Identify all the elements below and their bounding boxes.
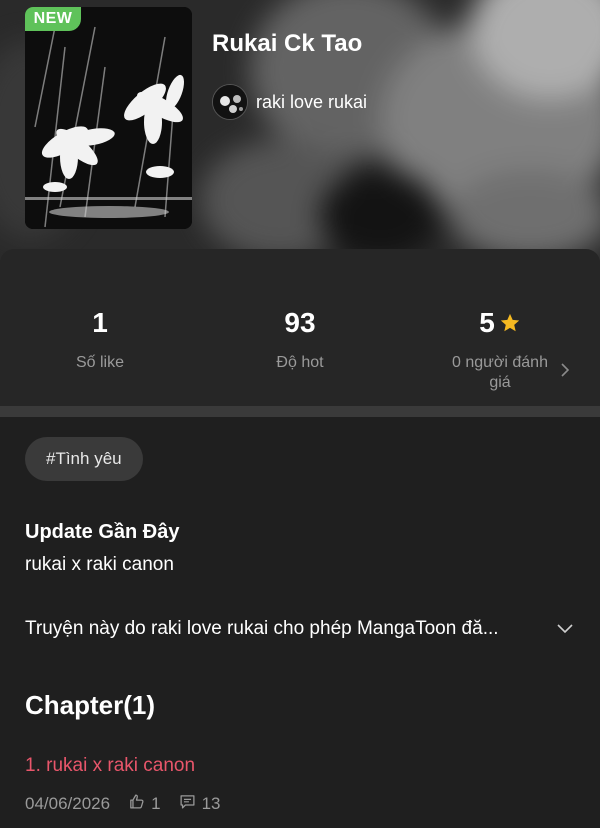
- chapter-likes: 1: [128, 793, 161, 815]
- book-title: Rukai Ck Tao: [212, 30, 363, 57]
- update-text: rukai x raki canon: [25, 554, 174, 575]
- author-link[interactable]: raki love rukai: [212, 84, 367, 120]
- rating-label-line1: 0 người đánh: [452, 354, 548, 371]
- rating-label: 0 người đánh giá: [400, 353, 600, 393]
- thumbs-up-icon: [128, 793, 151, 815]
- rating-value-wrap: 5: [400, 307, 600, 341]
- author-name[interactable]: raki love rukai: [256, 92, 367, 113]
- chapters-heading: Chapter(1): [25, 690, 156, 720]
- tag-chip[interactable]: #Tình yêu: [25, 437, 143, 481]
- comment-icon: [179, 793, 202, 815]
- chevron-down-icon[interactable]: [556, 621, 574, 639]
- stats-card: 1 Số like 93 Độ hot 5 0 người đánh giá: [0, 249, 600, 406]
- book-description[interactable]: Truyện này do raki love rukai cho phép M…: [25, 618, 575, 640]
- update-heading: Update Gần Đây: [25, 521, 180, 543]
- chapter-date: 04/06/2026: [25, 794, 111, 813]
- chapter-likes-count: 1: [151, 794, 161, 813]
- book-header: NEW Rukai Ck Tao raki love rukai: [0, 0, 600, 265]
- hot-count: 93: [284, 307, 316, 338]
- chevron-right-icon[interactable]: [560, 361, 570, 382]
- rating-value: 5: [479, 307, 495, 338]
- likes-count: 1: [92, 307, 108, 338]
- hot-label: Độ hot: [276, 354, 324, 371]
- new-badge: NEW: [25, 7, 81, 31]
- chapter-link[interactable]: 1. rukai x raki canon: [25, 755, 195, 777]
- author-avatar[interactable]: [212, 84, 248, 120]
- chapter-comments: 13: [179, 793, 221, 815]
- book-cover-image[interactable]: [25, 7, 192, 229]
- section-divider: [0, 406, 600, 417]
- rating-label-line2: giá: [489, 374, 511, 391]
- star-icon: [499, 309, 521, 341]
- book-detail-page: NEW Rukai Ck Tao raki love rukai 1 Số li…: [0, 0, 600, 828]
- chapter-comments-count: 13: [201, 794, 221, 813]
- chapter-meta: 04/06/2026 1 13: [25, 793, 238, 815]
- likes-label: Số like: [75, 354, 125, 371]
